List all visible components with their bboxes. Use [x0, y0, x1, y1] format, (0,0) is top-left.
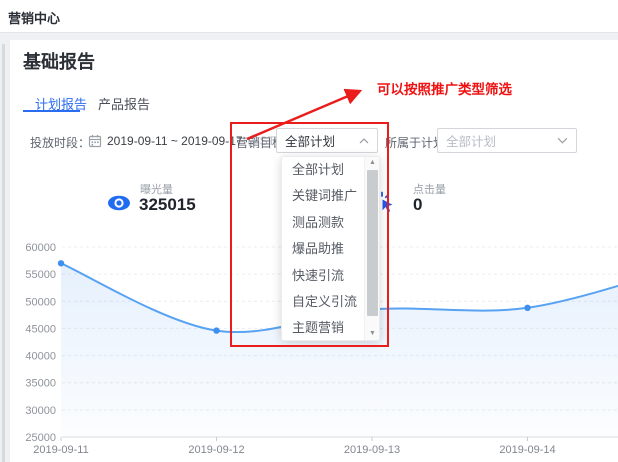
svg-text:2019-09-12: 2019-09-12 [188, 444, 244, 456]
svg-text:40000: 40000 [25, 351, 56, 363]
marketing-goal-value: 全部计划 [285, 131, 335, 150]
calendar-icon [88, 134, 102, 148]
svg-text:2019-09-14: 2019-09-14 [499, 444, 555, 456]
svg-text:25000: 25000 [25, 432, 56, 444]
active-tab-underline [23, 110, 80, 112]
clicks-value: 0 [413, 195, 422, 215]
svg-text:50000: 50000 [25, 296, 56, 308]
date-range-value: 2019-09-11 ~ 2019-09-17 [107, 134, 243, 148]
chevron-down-icon [557, 137, 568, 144]
page-title: 基础报告 [23, 48, 95, 74]
annotation-text: 可以按照推广类型筛选 [377, 78, 512, 98]
dropdown-scrollbar[interactable]: ▲ ▼ [364, 157, 379, 340]
svg-text:2019-09-11: 2019-09-11 [33, 444, 88, 456]
tab-product-report[interactable]: 产品报告 [98, 94, 150, 113]
svg-text:2019-09-13: 2019-09-13 [344, 444, 400, 456]
scroll-thumb[interactable] [367, 170, 378, 316]
exposure-value: 325015 [139, 195, 196, 215]
scroll-up-icon[interactable]: ▲ [365, 157, 380, 169]
svg-text:35000: 35000 [25, 378, 56, 390]
marketing-goal-select[interactable]: 全部计划 [276, 128, 378, 153]
app-title: 营销中心 [8, 8, 60, 27]
belong-plan-select[interactable]: 全部计划 [437, 128, 577, 153]
chevron-up-icon [359, 138, 369, 144]
svg-text:30000: 30000 [25, 405, 56, 417]
belong-plan-value: 全部计划 [446, 131, 496, 150]
scroll-down-icon[interactable]: ▼ [365, 328, 380, 340]
date-range-label: 投放时段： [30, 134, 90, 151]
screen: 营销中心 基础报告 计划报告 产品报告 投放时段： 2019-09-11 ~ 2… [0, 0, 618, 462]
svg-text:55000: 55000 [25, 269, 56, 281]
eye-icon [107, 195, 131, 211]
svg-text:60000: 60000 [25, 242, 56, 254]
app-header: 营销中心 [0, 0, 618, 33]
svg-text:45000: 45000 [25, 323, 56, 335]
marketing-goal-dropdown: 全部计划关键词推广测品测款爆品助推快速引流自定义引流主题营销 ▲ ▼ [281, 156, 380, 341]
